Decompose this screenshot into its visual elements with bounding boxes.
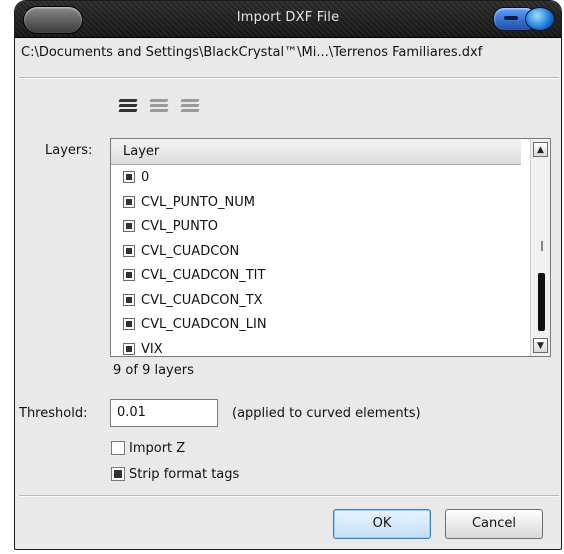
layer-name: CVL_CUADCON bbox=[141, 243, 240, 259]
layer-count: 9 of 9 layers bbox=[113, 363, 194, 378]
layer-row[interactable]: CVL_CUADCON_TIT bbox=[111, 264, 521, 289]
layers-scrollbar[interactable]: ▲ ▼ bbox=[530, 139, 550, 356]
layer-row[interactable]: CVL_PUNTO bbox=[111, 215, 521, 240]
strip-format-tags-label: Strip format tags bbox=[129, 467, 240, 482]
import-z-label: Import Z bbox=[129, 441, 186, 456]
import-dxf-dialog: Import DXF File C:\Documents and Setting… bbox=[14, 0, 562, 550]
layer-checkbox[interactable] bbox=[123, 195, 135, 208]
layers-select-all-icon[interactable] bbox=[118, 97, 139, 113]
layer-column-header[interactable]: Layer bbox=[111, 139, 521, 165]
strip-format-tags-checkbox[interactable] bbox=[111, 467, 125, 481]
scroll-grip bbox=[541, 241, 543, 251]
ok-button[interactable]: OK bbox=[333, 509, 431, 539]
layer-toolbar bbox=[118, 97, 207, 119]
layers-label: Layers: bbox=[45, 143, 93, 158]
layer-checkbox[interactable] bbox=[123, 220, 135, 232]
window-title: Import DXF File bbox=[236, 10, 340, 25]
layers-invert-icon[interactable] bbox=[180, 97, 201, 113]
layer-checkbox[interactable] bbox=[123, 244, 135, 257]
threshold-hint: (applied to curved elements) bbox=[232, 406, 421, 421]
layer-row[interactable]: CVL_CUADCON bbox=[111, 240, 521, 265]
layer-row[interactable]: CVL_CUADCON_TX bbox=[111, 289, 521, 314]
threshold-label: Threshold: bbox=[19, 406, 88, 421]
layer-row[interactable]: 0 bbox=[111, 166, 521, 191]
layer-name: CVL_PUNTO bbox=[141, 219, 218, 234]
layer-row[interactable]: VIX bbox=[111, 338, 521, 357]
import-z-option[interactable]: Import Z bbox=[111, 441, 185, 456]
layer-checkbox[interactable] bbox=[123, 171, 135, 183]
layers-select-none-icon[interactable] bbox=[149, 97, 170, 113]
layer-rows: 0 CVL_PUNTO_NUM CVL_PUNTO CVL_CUADCON CVL_CU… bbox=[111, 166, 521, 357]
layer-name: VIX bbox=[141, 341, 163, 357]
layer-checkbox[interactable] bbox=[123, 318, 135, 330]
layer-row[interactable]: CVL_PUNTO_NUM bbox=[111, 191, 521, 216]
file-path-label: C:\Documents and Settings\BlackCrystal™\… bbox=[21, 45, 483, 60]
layer-name: CVL_CUADCON_LIN bbox=[141, 317, 267, 332]
import-z-checkbox[interactable] bbox=[111, 441, 125, 455]
divider bbox=[19, 495, 559, 497]
layer-row[interactable]: CVL_CUADCON_LIN bbox=[111, 313, 521, 338]
layer-checkbox[interactable] bbox=[123, 342, 135, 355]
layer-name: CVL_CUADCON_TIT bbox=[141, 268, 266, 283]
title-bar[interactable]: Import DXF File bbox=[15, 1, 561, 38]
scroll-track[interactable] bbox=[533, 161, 548, 331]
minimize-icon bbox=[504, 16, 518, 20]
layer-checkbox[interactable] bbox=[123, 293, 135, 306]
scroll-thumb[interactable] bbox=[538, 273, 545, 331]
scroll-down-icon[interactable]: ▼ bbox=[533, 338, 548, 353]
scroll-up-icon[interactable]: ▲ bbox=[533, 142, 548, 157]
divider bbox=[19, 77, 559, 79]
strip-format-tags-option[interactable]: Strip format tags bbox=[111, 467, 239, 482]
layer-name: CVL_PUNTO_NUM bbox=[141, 194, 255, 210]
cancel-button[interactable]: Cancel bbox=[445, 509, 543, 539]
layer-name: 0 bbox=[141, 170, 150, 185]
layers-list[interactable]: Layer 0 CVL_PUNTO_NUM CVL_PUNTO CVL_CUADCON… bbox=[110, 138, 551, 357]
close-button[interactable] bbox=[525, 7, 555, 31]
threshold-input[interactable]: 0.01 bbox=[110, 399, 218, 427]
layer-name: CVL_CUADCON_TX bbox=[141, 292, 263, 308]
layer-checkbox[interactable] bbox=[123, 269, 135, 281]
